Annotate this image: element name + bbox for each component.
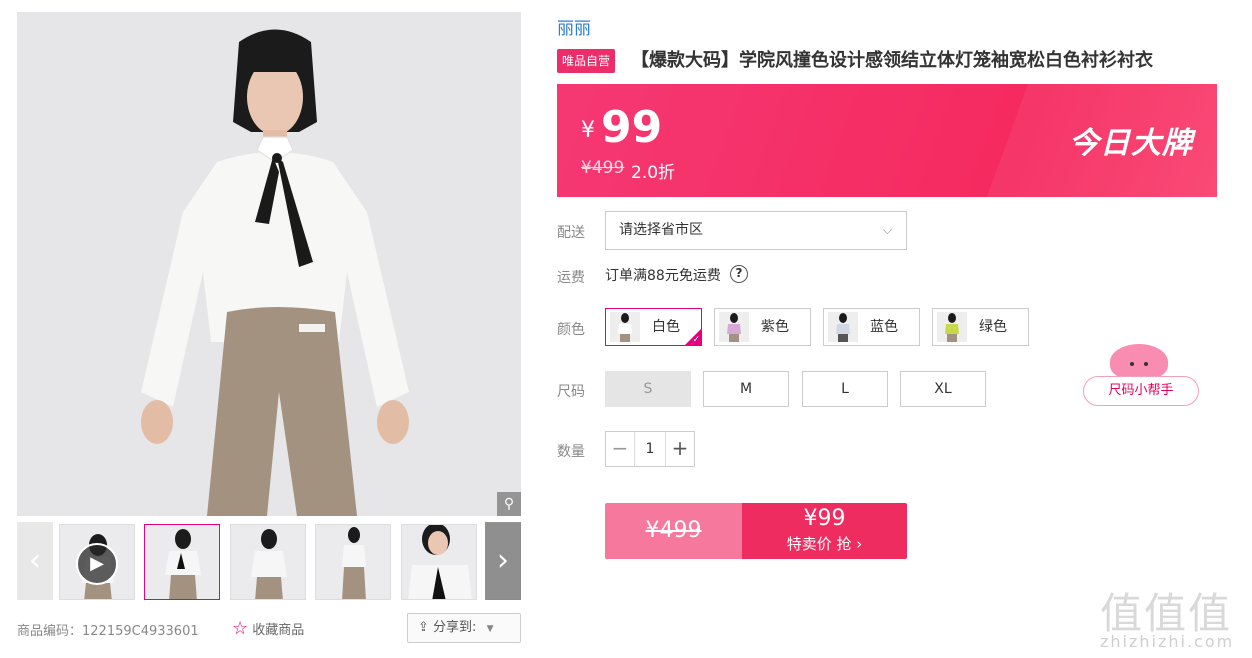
- price-banner: ¥ 99 ¥499 2.0折 今日大牌: [557, 84, 1217, 197]
- color-swatch-green: [937, 312, 967, 342]
- color-option-blue[interactable]: 蓝色: [823, 308, 920, 346]
- question-icon[interactable]: ?: [730, 265, 748, 283]
- size-option-xl[interactable]: XL: [900, 371, 986, 407]
- buy-sale-section[interactable]: ¥99 特卖价 抢 ›: [742, 503, 907, 559]
- quantity-label: 数量: [557, 444, 585, 460]
- chevron-right-icon: ›: [856, 535, 863, 553]
- quantity-input[interactable]: 1: [634, 432, 666, 466]
- color-option-purple[interactable]: 紫色: [714, 308, 811, 346]
- shipping-label: 运费: [557, 270, 585, 286]
- color-swatch-blue: [828, 312, 858, 342]
- watermark-url: zhizhizhi.com: [1100, 632, 1235, 651]
- color-label: 颜色: [557, 322, 585, 338]
- magnifier-icon[interactable]: ⚲: [497, 492, 521, 516]
- minus-button[interactable]: −: [606, 432, 634, 466]
- sale-price: 99: [601, 102, 663, 153]
- color-swatch-purple: [719, 312, 749, 342]
- color-option-label: 蓝色: [870, 319, 898, 335]
- self-operated-badge: 唯品自营: [557, 49, 616, 73]
- buy-sale-label: 特卖价 抢: [786, 535, 852, 553]
- color-option-label: 白色: [652, 319, 680, 335]
- discount-rate: 2.0折: [631, 163, 676, 183]
- share-label: 分享到:: [433, 620, 477, 635]
- thumbnail-3[interactable]: [230, 524, 306, 600]
- caret-down-icon: ▼: [486, 624, 494, 634]
- chevron-left-icon[interactable]: ‹: [17, 522, 53, 600]
- brand-link[interactable]: 丽丽: [557, 14, 591, 39]
- check-icon: ✓: [692, 335, 700, 345]
- buy-original-price: ¥499: [605, 503, 742, 559]
- color-option-green[interactable]: 绿色: [932, 308, 1029, 346]
- mascot-icon: [1110, 344, 1168, 380]
- delivery-label: 配送: [557, 225, 585, 241]
- shipping-text: 订单满88元免运费: [605, 268, 721, 284]
- model-photo: [17, 12, 521, 516]
- color-option-label: 紫色: [761, 319, 789, 335]
- region-select-value: 请选择省市区: [619, 222, 703, 238]
- original-price: ¥499: [581, 158, 625, 178]
- share-icon: ⇪: [418, 620, 429, 635]
- thumbnail-5[interactable]: [401, 524, 477, 600]
- region-select[interactable]: 请选择省市区 ⌵: [605, 211, 907, 250]
- product-code: 商品编码：122159C4933601: [17, 620, 199, 639]
- quantity-stepper: − 1 +: [605, 431, 695, 467]
- main-product-image[interactable]: ⚲: [17, 12, 521, 516]
- buy-sale-text: 特卖价 抢 ›: [742, 533, 907, 555]
- size-label: 尺码: [557, 384, 585, 400]
- chevron-down-icon: ⌵: [882, 223, 892, 237]
- thumbnail-video[interactable]: ▶: [59, 524, 135, 600]
- color-option-white[interactable]: 白色 ✓: [605, 308, 702, 346]
- promo-label: 今日大牌: [1069, 126, 1193, 161]
- currency-symbol: ¥: [581, 118, 595, 143]
- size-option-l[interactable]: L: [802, 371, 888, 407]
- thumbnail-selected[interactable]: [144, 524, 220, 600]
- product-title: 【爆款大码】学院风撞色设计感领结立体灯笼袖宽松白色衬衫衬衣: [631, 50, 1153, 71]
- buy-button[interactable]: ¥499 ¥99 特卖价 抢 ›: [605, 503, 907, 559]
- size-option-m[interactable]: M: [703, 371, 789, 407]
- size-helper-button[interactable]: 尺码小帮手: [1083, 376, 1199, 406]
- share-button[interactable]: ⇪ 分享到: ▼: [407, 613, 521, 643]
- size-option-s: S: [605, 371, 691, 407]
- play-icon[interactable]: ▶: [76, 543, 118, 585]
- chevron-right-icon[interactable]: ›: [485, 522, 521, 600]
- thumbnail-4[interactable]: [315, 524, 391, 600]
- thumbnail-strip: ‹ ▶ ›: [17, 522, 521, 600]
- color-swatch-white: [610, 312, 640, 342]
- star-icon: ☆: [232, 618, 249, 639]
- product-code-value: 122159C4933601: [82, 624, 199, 639]
- favorite-label: 收藏商品: [252, 623, 305, 638]
- buy-sale-price: ¥99: [803, 506, 846, 531]
- color-option-label: 绿色: [979, 319, 1007, 335]
- plus-button[interactable]: +: [666, 432, 694, 466]
- favorite-button[interactable]: ☆ 收藏商品: [232, 618, 304, 639]
- product-code-label: 商品编码：: [17, 624, 83, 639]
